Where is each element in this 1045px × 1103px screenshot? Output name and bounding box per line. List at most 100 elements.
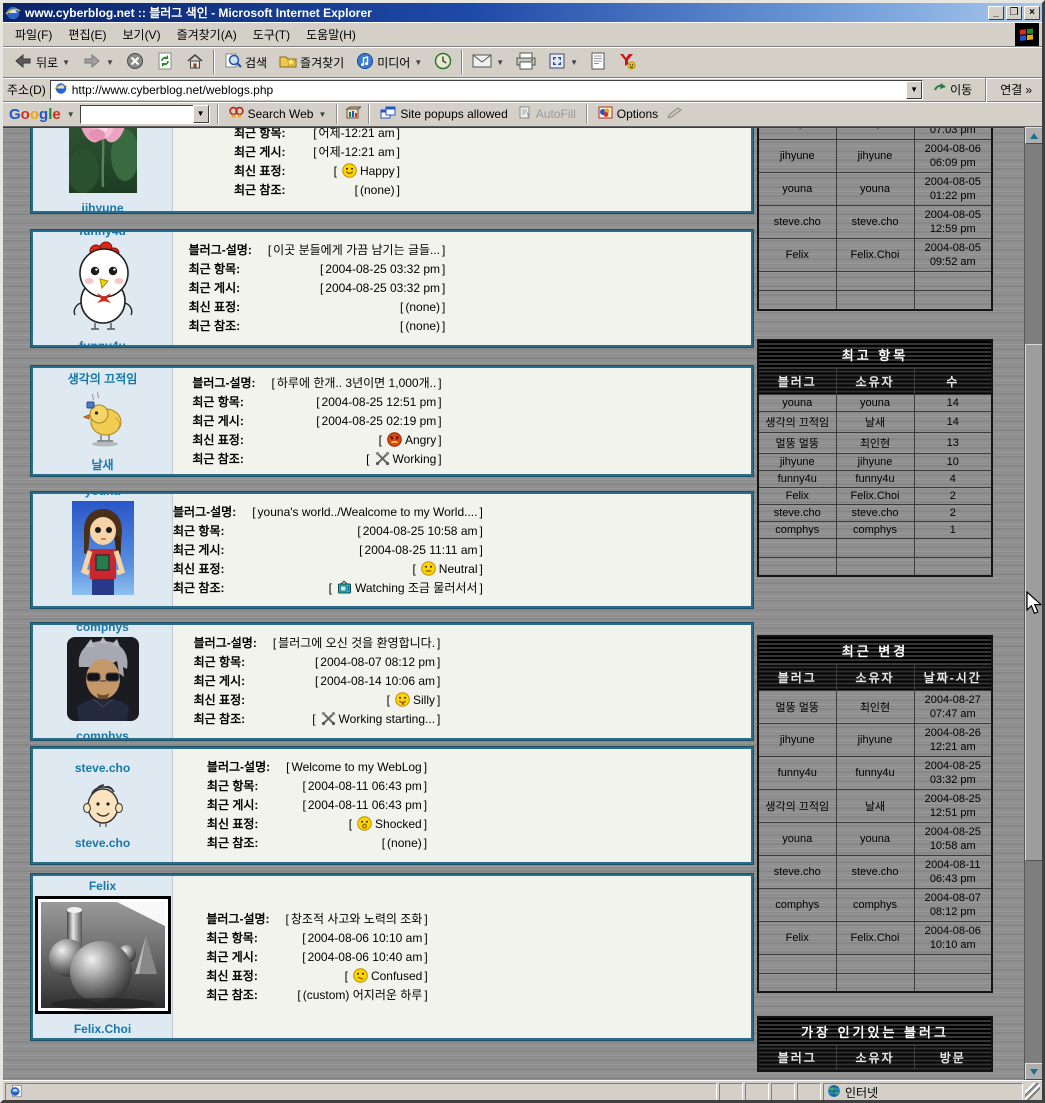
- search-button[interactable]: 검색: [218, 48, 273, 76]
- highlight-pencil-icon[interactable]: [666, 107, 682, 122]
- blog-cell[interactable]: Felix: [758, 921, 836, 954]
- owner-cell[interactable]: 날새: [836, 789, 914, 822]
- owner-cell[interactable]: comphys: [836, 888, 914, 921]
- blog-avatar-bird[interactable]: [79, 390, 127, 453]
- blog-title-link[interactable]: youna: [85, 494, 120, 498]
- menu-item[interactable]: 도구(T): [245, 25, 298, 45]
- resize-grip[interactable]: [1025, 1083, 1040, 1101]
- history-button[interactable]: [428, 48, 458, 76]
- owner-cell[interactable]: comphys: [836, 521, 914, 538]
- blog-cell[interactable]: 생각의 끄적임: [758, 789, 836, 822]
- owner-cell[interactable]: 날새: [836, 411, 914, 432]
- google-search-dropdown[interactable]: ▼: [193, 105, 209, 123]
- go-button[interactable]: 이동: [927, 79, 978, 100]
- blog-cell[interactable]: youna: [758, 173, 836, 206]
- owner-cell[interactable]: jihyune: [836, 140, 914, 173]
- blog-cell[interactable]: steve.cho: [758, 504, 836, 521]
- blog-cell[interactable]: steve.cho: [758, 206, 836, 239]
- owner-cell[interactable]: steve.cho: [836, 855, 914, 888]
- minimize-button[interactable]: _: [988, 6, 1004, 20]
- blog-cell[interactable]: funny4u: [758, 470, 836, 487]
- menu-item[interactable]: 보기(V): [114, 25, 168, 45]
- owner-cell[interactable]: Felix.Choi: [836, 921, 914, 954]
- scroll-down-button[interactable]: [1025, 1063, 1043, 1080]
- refresh-button[interactable]: [150, 48, 180, 76]
- blog-avatar-render3d[interactable]: [35, 896, 171, 1019]
- owner-cell[interactable]: steve.cho: [836, 504, 914, 521]
- blog-cell[interactable]: jihyune: [758, 723, 836, 756]
- blog-owner-link[interactable]: jihyune: [81, 201, 123, 212]
- blog-cell[interactable]: 멀뚱 멀뚱: [758, 432, 836, 453]
- owner-cell[interactable]: steve.cho: [836, 206, 914, 239]
- address-input[interactable]: http://www.cyberblog.net/weblogs.php ▼: [50, 80, 923, 100]
- address-dropdown-button[interactable]: ▼: [906, 81, 922, 99]
- scroll-up-button[interactable]: [1025, 127, 1043, 144]
- blog-cell[interactable]: funny4u: [758, 127, 836, 140]
- blog-cell[interactable]: 생각의 끄적임: [758, 411, 836, 432]
- blog-owner-link[interactable]: 날새: [91, 456, 113, 473]
- popup-blocker-button[interactable]: Site popups allowed: [377, 105, 510, 123]
- owner-cell[interactable]: youna: [836, 394, 914, 411]
- blog-owner-link[interactable]: steve.cho: [75, 836, 130, 850]
- stop-button[interactable]: [120, 48, 150, 76]
- owner-cell[interactable]: Felix.Choi: [836, 487, 914, 504]
- messenger-button[interactable]: [612, 48, 642, 76]
- chevron-down-icon[interactable]: ▼: [67, 110, 75, 119]
- blog-avatar-lotus[interactable]: [69, 127, 137, 198]
- owner-cell[interactable]: youna: [836, 822, 914, 855]
- blog-cell[interactable]: youna: [758, 822, 836, 855]
- blog-cell[interactable]: comphys: [758, 521, 836, 538]
- blog-owner-link[interactable]: funny4u: [79, 339, 126, 345]
- blog-owner-link[interactable]: Felix.Choi: [74, 1022, 131, 1036]
- close-button[interactable]: ×: [1024, 6, 1040, 20]
- media-button[interactable]: 미디어▼: [350, 48, 428, 76]
- blog-cell[interactable]: Felix: [758, 239, 836, 272]
- owner-cell[interactable]: 최인현: [836, 432, 914, 453]
- owner-cell[interactable]: youna: [836, 173, 914, 206]
- home-button[interactable]: [180, 48, 210, 76]
- forward-button[interactable]: ▼: [76, 48, 120, 76]
- autofill-button[interactable]: AutoFill: [516, 105, 579, 123]
- blog-title-link[interactable]: comphys: [76, 625, 129, 634]
- blog-cell[interactable]: funny4u: [758, 756, 836, 789]
- blog-cell[interactable]: Felix: [758, 487, 836, 504]
- blog-cell[interactable]: jihyune: [758, 140, 836, 173]
- blog-cell[interactable]: steve.cho: [758, 855, 836, 888]
- chevron-down-icon[interactable]: ▼: [414, 58, 422, 67]
- menu-item[interactable]: 즐겨찾기(A): [169, 25, 245, 45]
- chevron-down-icon[interactable]: ▼: [106, 58, 114, 67]
- blog-title-link[interactable]: steve.cho: [75, 761, 130, 775]
- edit-button[interactable]: [584, 48, 612, 76]
- blog-owner-link[interactable]: youna: [85, 603, 120, 607]
- google-logo[interactable]: Google: [9, 106, 61, 123]
- owner-cell[interactable]: Felix.Choi: [836, 239, 914, 272]
- menu-item[interactable]: 파일(F): [7, 25, 60, 45]
- menu-item[interactable]: 도움말(H): [298, 25, 364, 45]
- print-button[interactable]: [510, 48, 542, 76]
- owner-cell[interactable]: funny4u: [836, 127, 914, 140]
- options-button[interactable]: Options: [595, 105, 661, 123]
- blog-title-link[interactable]: Felix: [89, 879, 116, 893]
- pagerank-icon[interactable]: [345, 106, 361, 123]
- menu-item[interactable]: 편집(E): [60, 25, 114, 45]
- owner-cell[interactable]: funny4u: [836, 470, 914, 487]
- blog-title-link[interactable]: 생각의 끄적임: [68, 370, 138, 387]
- search-web-button[interactable]: Search Web ▼: [226, 105, 330, 123]
- chevron-down-icon[interactable]: ▼: [570, 58, 578, 67]
- blog-avatar-warrior[interactable]: [67, 637, 139, 726]
- back-button[interactable]: 뒤로▼: [7, 48, 76, 76]
- favorites-button[interactable]: 즐겨찾기: [273, 48, 350, 76]
- chevron-down-icon[interactable]: ▼: [62, 58, 70, 67]
- blog-avatar-boy[interactable]: [80, 778, 126, 833]
- blog-avatar-girl[interactable]: [72, 501, 134, 600]
- blog-owner-link[interactable]: comphys: [76, 729, 129, 738]
- mail-button[interactable]: ▼: [466, 48, 510, 76]
- blog-title-link[interactable]: funny4u: [79, 232, 126, 238]
- blog-cell[interactable]: jihyune: [758, 453, 836, 470]
- owner-cell[interactable]: jihyune: [836, 723, 914, 756]
- fullscreen-button[interactable]: ▼: [542, 48, 584, 76]
- google-search-input[interactable]: ▼: [80, 105, 210, 124]
- blog-avatar-chicken[interactable]: [53, 241, 153, 336]
- chevron-down-icon[interactable]: ▼: [496, 58, 504, 67]
- owner-cell[interactable]: funny4u: [836, 756, 914, 789]
